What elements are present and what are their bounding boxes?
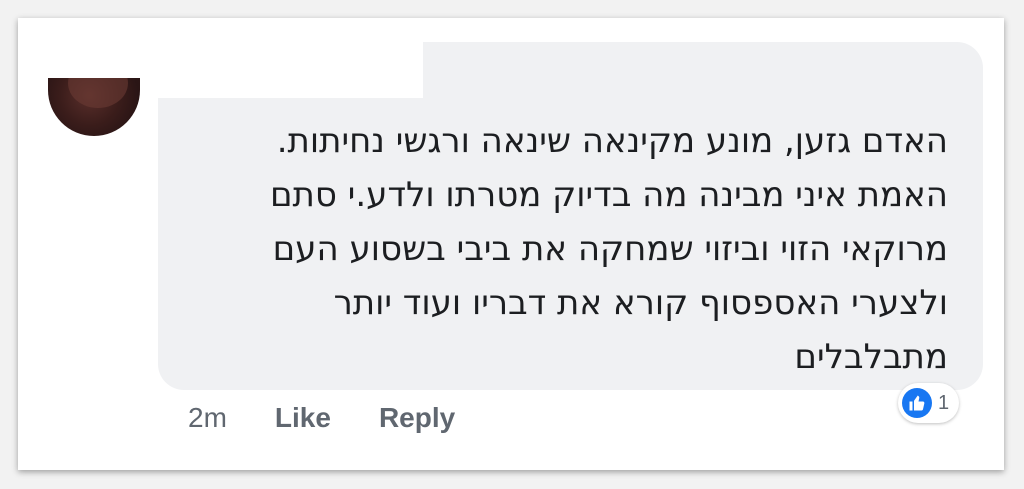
comment-text: האדם גזען, מונע מקינאה שינאה ורגשי נחיתו… bbox=[188, 114, 948, 384]
comment-line: ולצערי האספסוף קורא את דבריו ועוד יותר bbox=[333, 283, 948, 323]
reply-button[interactable]: Reply bbox=[379, 402, 455, 434]
comment-line: מרוקאי הזוי וביזוי שמחקה את ביבי בשסוע ה… bbox=[272, 229, 948, 269]
comment-timestamp[interactable]: 2m bbox=[188, 402, 227, 434]
reaction-summary[interactable]: 1 bbox=[898, 383, 960, 423]
comment-line: האמת איני מבינה מה בדיוק מטרתו ולדע.י סת… bbox=[269, 175, 948, 215]
comment-line: האדם גזען, מונע מקינאה שינאה ורגשי נחיתו… bbox=[276, 121, 948, 161]
thumbs-up-icon bbox=[902, 388, 932, 418]
comment-line: מתבלבלים bbox=[794, 337, 948, 377]
avatar-hair bbox=[68, 78, 128, 108]
like-button[interactable]: Like bbox=[275, 402, 331, 434]
comment-card: האדם גזען, מונע מקינאה שינאה ורגשי נחיתו… bbox=[18, 18, 1004, 470]
reaction-count: 1 bbox=[938, 391, 950, 414]
avatar[interactable] bbox=[48, 78, 140, 136]
comment-actions: 2m Like Reply bbox=[188, 398, 455, 438]
